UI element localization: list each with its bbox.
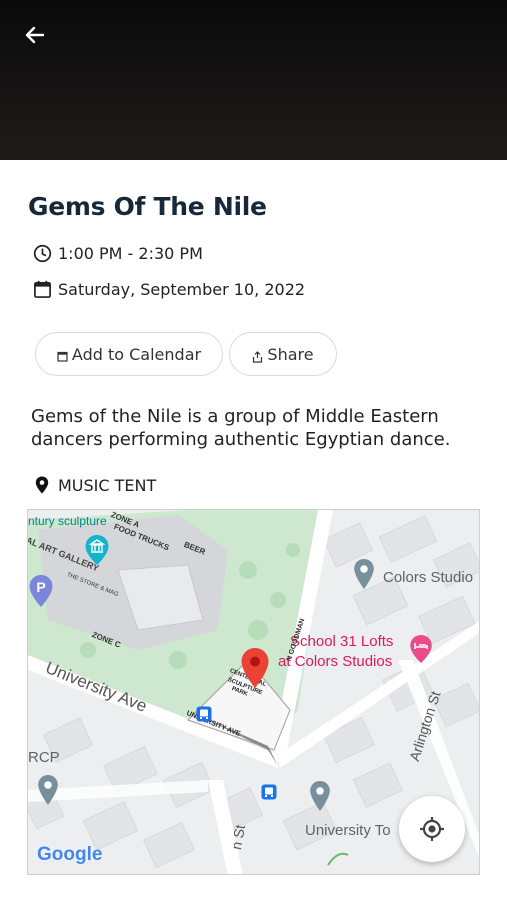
event-time-row: 1:00 PM - 2:30 PM — [32, 243, 203, 263]
event-location-pin-icon — [241, 648, 269, 688]
share-button[interactable]: Share — [229, 332, 337, 376]
my-location-icon — [420, 817, 444, 841]
map-label-school-lofts-2: at Colors Studios — [278, 653, 393, 670]
event-title: Gems Of The Nile — [28, 192, 267, 221]
bus-stop-icon — [196, 706, 212, 722]
location-pin-icon — [310, 781, 330, 811]
calendar-small-icon — [57, 351, 68, 363]
svg-text:P: P — [36, 579, 45, 595]
add-to-calendar-label: Add to Calendar — [71, 344, 202, 364]
location-pin-icon — [32, 474, 52, 496]
event-date: Saturday, September 10, 2022 — [58, 279, 306, 299]
event-description: Gems of the Nile is a group of Middle Ea… — [31, 406, 451, 450]
event-header-image — [0, 0, 507, 160]
add-to-calendar-button[interactable]: Add to Calendar — [35, 332, 223, 376]
event-date-row: Saturday, September 10, 2022 — [32, 279, 305, 299]
location-pin-icon — [354, 559, 374, 589]
event-location-row: MUSIC TENT — [32, 474, 156, 496]
map-label-university-to: University To — [305, 822, 391, 839]
share-label: Share — [267, 344, 314, 364]
arrow-left-icon — [25, 26, 45, 44]
google-logo: Google — [37, 844, 103, 865]
clock-icon — [32, 243, 52, 263]
map-label-rcp: RCP — [28, 749, 60, 766]
map-label-century-sculpture: ntury sculpture — [28, 514, 107, 528]
museum-icon — [85, 535, 109, 565]
event-location: MUSIC TENT — [58, 475, 157, 495]
share-icon — [252, 350, 263, 363]
my-location-button[interactable] — [399, 796, 465, 862]
map-label-colors-studio: Colors Studio — [383, 569, 474, 586]
event-map[interactable]: ntury sculpture IAL ART GALLERY FOOD TRU… — [27, 509, 480, 875]
calendar-icon — [32, 279, 52, 299]
bus-stop-icon — [261, 784, 277, 800]
map-label-school-lofts-1: School 31 Lofts — [290, 633, 394, 650]
event-time: 1:00 PM - 2:30 PM — [58, 243, 203, 263]
hotel-icon — [410, 635, 432, 663]
back-button[interactable] — [18, 20, 52, 50]
parking-icon: P — [29, 575, 53, 607]
location-pin-icon — [38, 775, 58, 805]
